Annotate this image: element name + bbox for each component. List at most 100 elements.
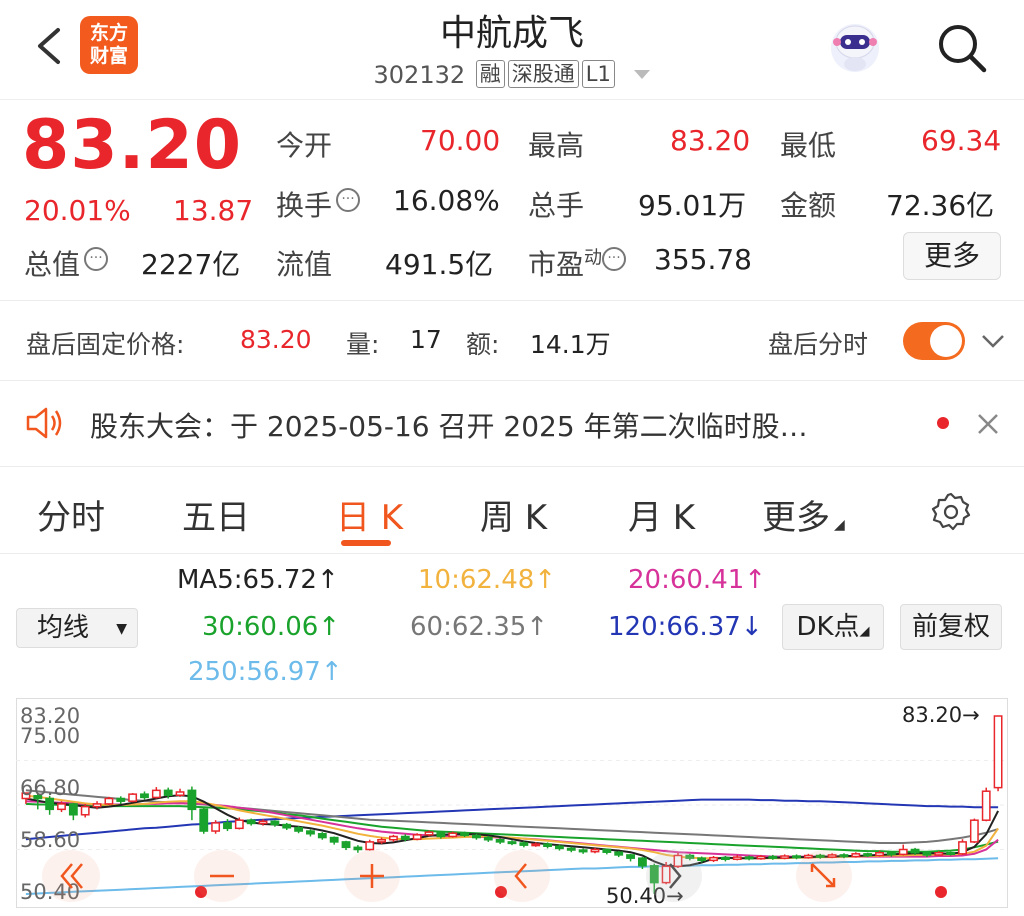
candle-down <box>341 841 351 849</box>
y-tick-label: 66.80 <box>20 776 81 800</box>
forward-adjust-button[interactable]: 前复权 <box>900 604 1002 650</box>
ma5-label: MA5:65.72↑ <box>177 565 339 595</box>
notice-unread-dot <box>937 417 949 429</box>
candle-up <box>211 822 221 832</box>
mktcap-info-icon[interactable]: ··· <box>84 247 109 271</box>
candle-down <box>329 836 339 843</box>
tab-daily-k[interactable]: 日 K <box>336 490 403 539</box>
caret-down-icon[interactable] <box>634 70 651 79</box>
ma30-label: 30:60.06↑ <box>202 612 341 642</box>
mktcap-label: 总值 ··· <box>24 243 109 283</box>
float-cap-value: 491.5亿 <box>385 248 494 281</box>
candle-down <box>744 856 754 860</box>
candle-down <box>140 793 149 799</box>
low-value: 69.34 <box>921 124 1002 157</box>
tab-five-day[interactable]: 五日 <box>182 490 250 539</box>
after-hours-amt-label: 额: <box>466 330 500 359</box>
robot-avatar-icon[interactable] <box>826 18 884 76</box>
candle-up <box>958 841 967 855</box>
candle-up <box>969 819 979 843</box>
candle-down <box>566 847 576 851</box>
candle-down <box>519 842 529 846</box>
chevron-down-icon[interactable] <box>980 330 1006 352</box>
fullscreen-button[interactable] <box>796 850 852 902</box>
tab-more[interactable]: 更多 ◢ <box>762 490 845 539</box>
divider <box>0 300 1024 301</box>
scroll-left-button[interactable] <box>494 850 550 902</box>
tag-shenzhen-connect: 深股通 <box>507 60 579 88</box>
candle-down <box>578 849 588 853</box>
turnover-label: 换手 ··· <box>276 184 361 224</box>
candle-down <box>483 836 493 841</box>
candle-up <box>981 790 991 821</box>
more-quote-button[interactable]: 更多 <box>903 232 1001 280</box>
tab-monthly-k[interactable]: 月 K <box>628 490 695 539</box>
control-dot <box>935 886 947 898</box>
candle-up <box>993 715 1003 789</box>
tab-intraday[interactable]: 分时 <box>37 490 105 539</box>
candle-down <box>554 845 564 850</box>
candle-down <box>507 841 517 845</box>
active-tab-indicator <box>341 540 391 546</box>
after-hours-price-label: 盘后固定价格: <box>26 330 185 359</box>
volume-value: 95.01万 <box>638 189 747 222</box>
close-icon[interactable] <box>975 411 1001 437</box>
gear-icon[interactable] <box>930 491 972 533</box>
tabs-border <box>0 553 1024 554</box>
volume-label: 总手 <box>528 189 585 222</box>
notice-text[interactable]: 股东大会：于 2025-05-16 召开 2025 年第二次临时股… <box>90 405 808 445</box>
candle-up <box>151 789 161 799</box>
amount-label: 金额 <box>780 189 837 222</box>
ma-selector[interactable]: 均线 ▼ <box>16 608 138 648</box>
dk-corner-icon: ◢ <box>859 624 870 639</box>
search-icon[interactable] <box>934 20 990 76</box>
minus-icon <box>210 874 234 878</box>
candle-up <box>412 834 422 840</box>
low-label: 最低 <box>780 129 837 162</box>
candle-up <box>104 797 114 805</box>
y-tick-label: 58.60 <box>20 828 81 852</box>
header: 东方 财富 中航成飞 302132 融深股通 L1 <box>0 0 1024 100</box>
ma250-label: 250:56.97↑ <box>188 657 343 687</box>
candle-up <box>80 805 90 816</box>
candle-down <box>946 852 956 856</box>
scroll-right-button[interactable] <box>646 850 702 902</box>
candle-up <box>234 819 244 830</box>
pe-label: 市盈动 ··· <box>528 243 627 283</box>
tab-weekly-k[interactable]: 周 K <box>480 490 547 539</box>
high-value: 83.20 <box>670 124 751 157</box>
candle-down <box>910 848 920 854</box>
after-hours-toggle[interactable] <box>903 322 965 360</box>
candle-up <box>934 852 944 856</box>
candle-down <box>863 853 873 857</box>
candle-down <box>922 852 932 856</box>
dk-point-button[interactable]: DK点◢ <box>782 604 884 650</box>
open-value: 70.00 <box>420 124 501 157</box>
pe-info-icon[interactable]: ··· <box>602 247 627 271</box>
candle-down <box>400 835 410 840</box>
tag-margin: 融 <box>475 60 505 88</box>
ma120-label: 120:66.37↓ <box>608 612 763 642</box>
after-hours-amt: 14.1万 <box>530 330 611 359</box>
divider <box>0 466 1024 467</box>
scroll-start-button[interactable] <box>42 850 100 902</box>
candle-down <box>187 789 197 811</box>
candle-down <box>199 808 209 832</box>
tab-more-corner-icon: ◢ <box>834 517 845 533</box>
zoom-in-button[interactable] <box>344 850 400 902</box>
candle-down <box>626 854 635 859</box>
ma20-line <box>25 800 999 858</box>
candle-down <box>543 843 552 847</box>
zoom-out-button[interactable] <box>194 850 250 902</box>
candle-up <box>377 838 387 843</box>
candle-down <box>246 819 256 825</box>
y-tick-label: 75.00 <box>20 724 81 748</box>
candle-up <box>175 791 185 796</box>
candle-down <box>116 797 126 802</box>
candle-down <box>614 851 624 856</box>
turnover-info-icon[interactable]: ··· <box>336 188 361 212</box>
ma60-label: 60:62.35↑ <box>410 612 549 642</box>
chevron-right-icon <box>669 863 682 889</box>
candle-up <box>732 856 742 861</box>
candle-down <box>306 830 315 835</box>
